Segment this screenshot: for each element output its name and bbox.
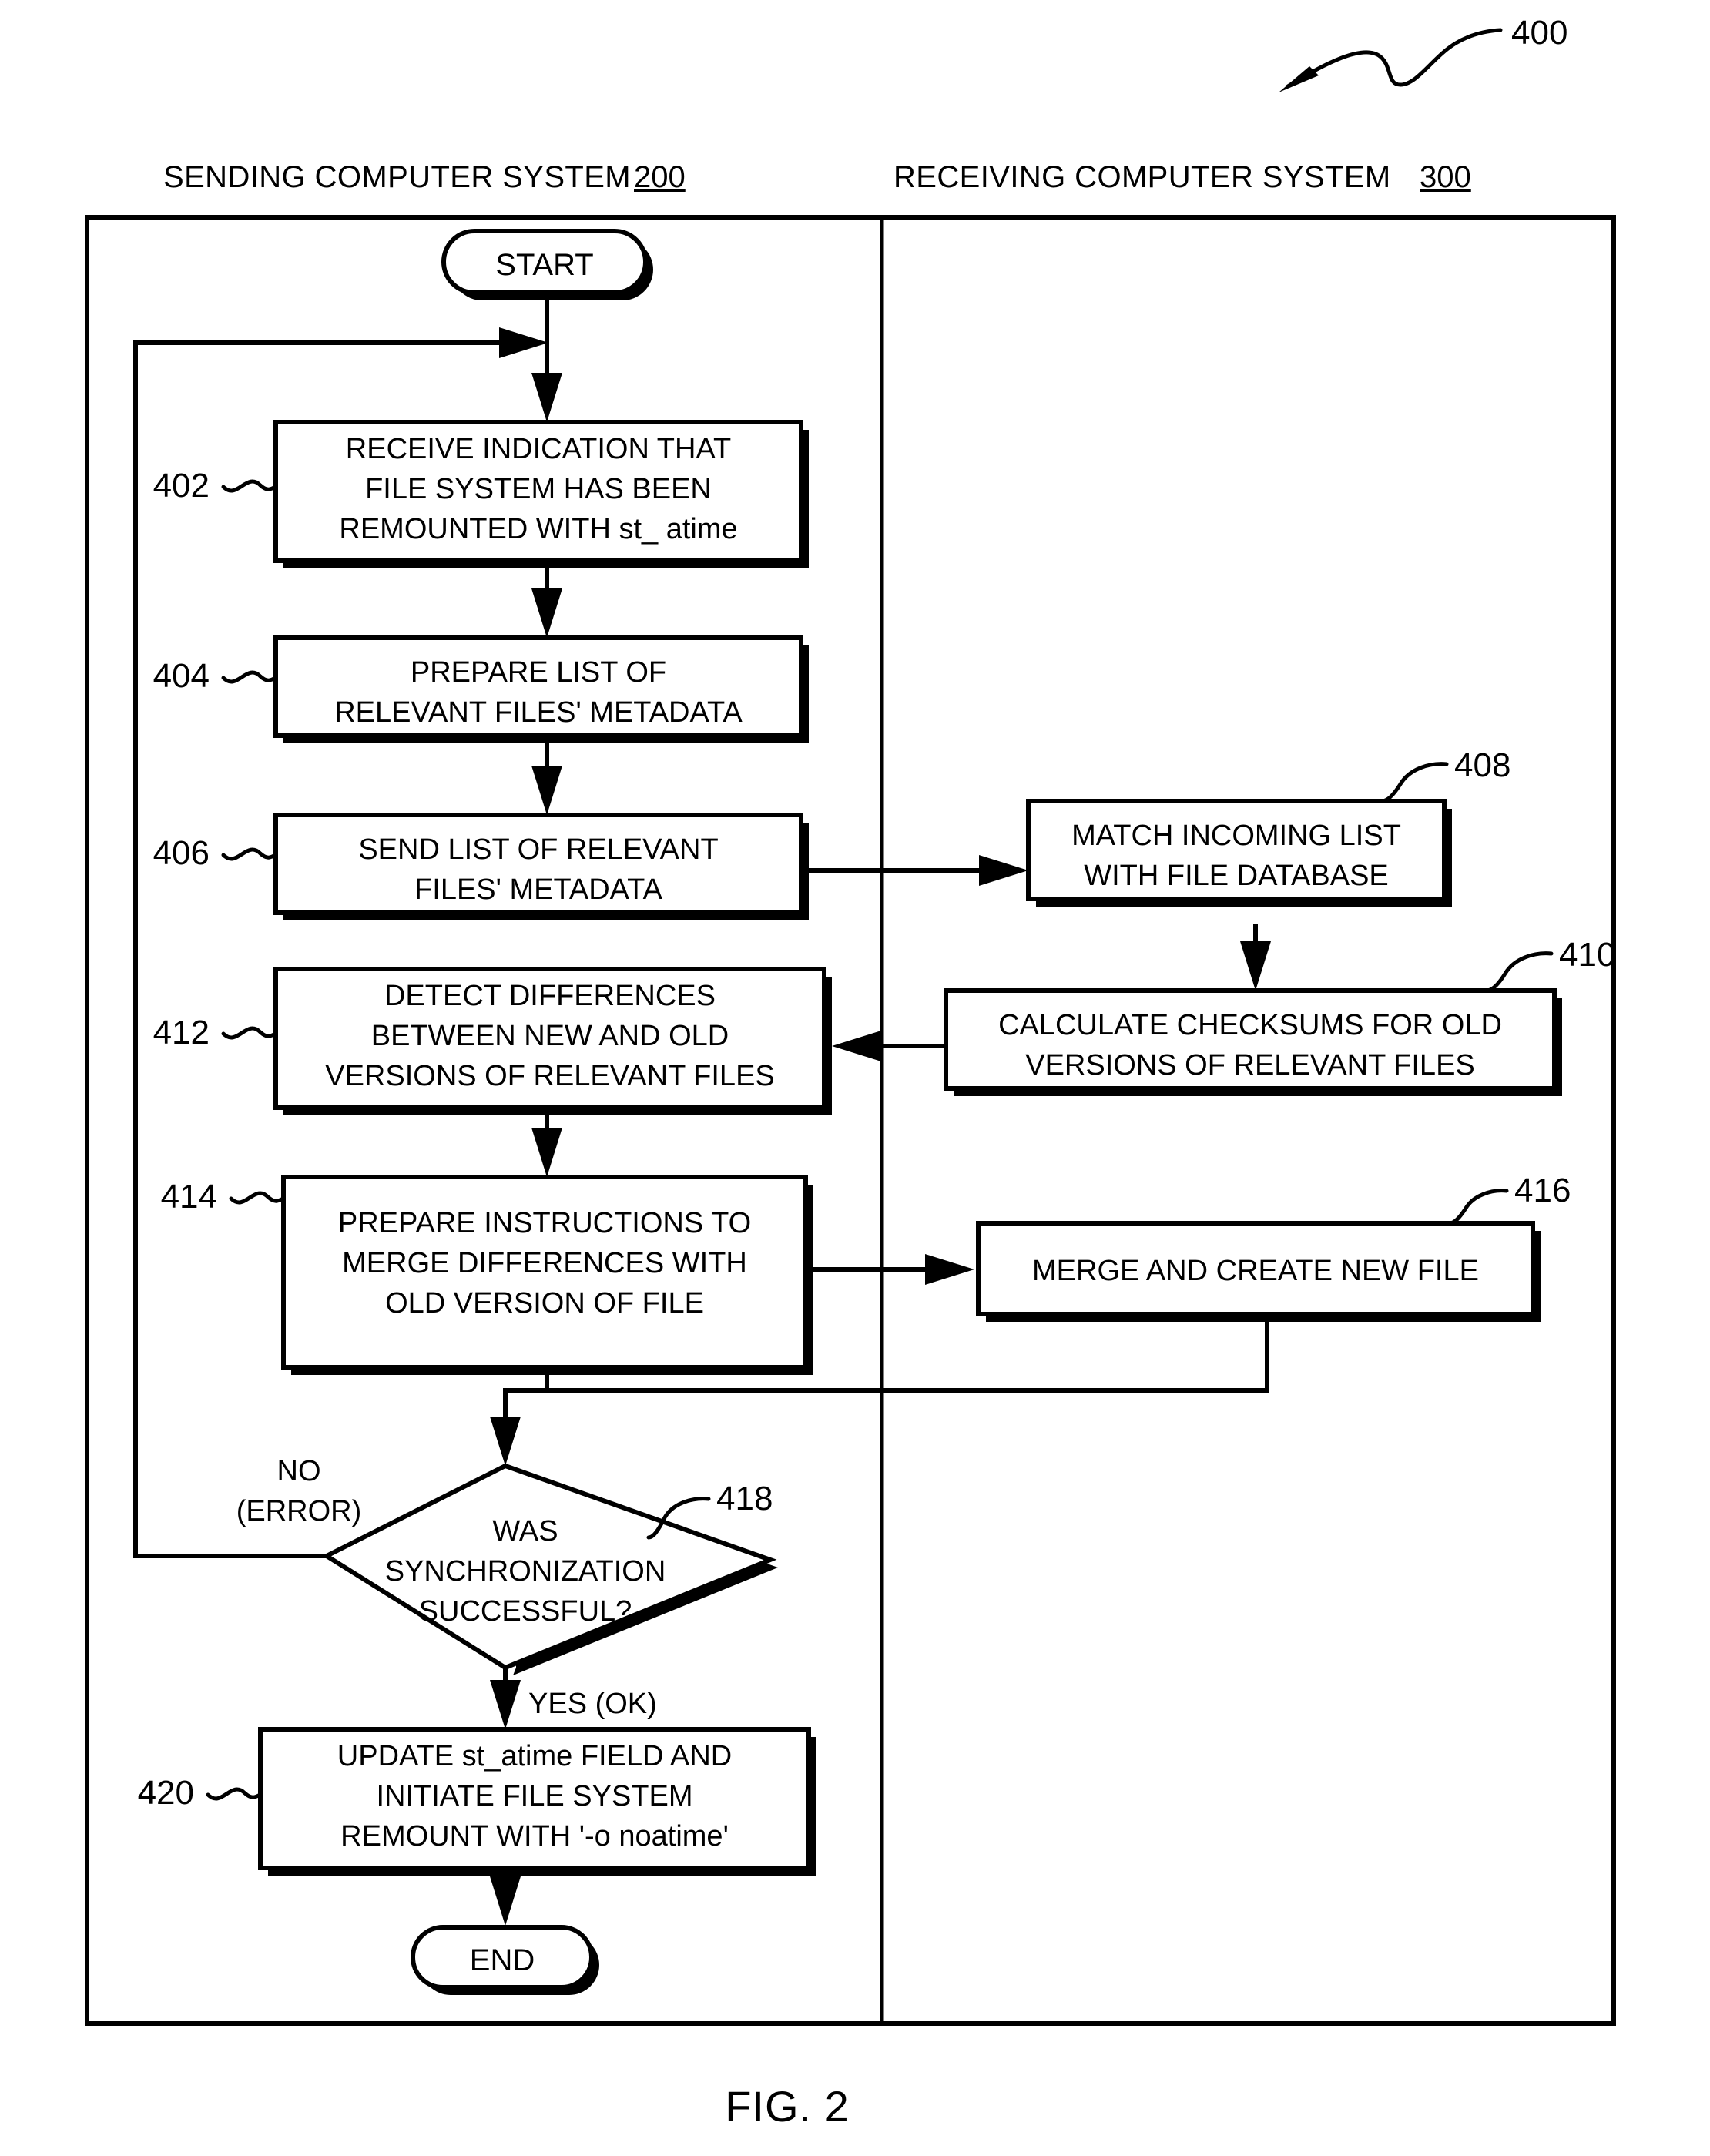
flowchart-canvas: 400 SENDING COMPUTER SYSTEM 200 RECEIVIN… bbox=[85, 14, 1616, 2131]
node-start: START bbox=[441, 229, 653, 300]
node-416-reference: 416 bbox=[1447, 1172, 1571, 1226]
node-410-reference: 410 bbox=[1484, 936, 1615, 993]
node-406-reference: 406 bbox=[153, 834, 278, 872]
node-416-line-1: MERGE AND CREATE NEW FILE bbox=[1032, 1255, 1479, 1287]
connector-414-to-416 bbox=[813, 1254, 974, 1285]
node-420-reference: 420 bbox=[138, 1774, 263, 1812]
node-412-line-2: BETWEEN NEW AND OLD bbox=[371, 1020, 729, 1052]
figure-reference-number: 400 bbox=[1511, 14, 1568, 52]
node-418-line-1: WAS bbox=[492, 1515, 558, 1547]
node-420-line-1: UPDATE st_atime FIELD AND bbox=[337, 1740, 732, 1772]
node-414-reference: 414 bbox=[161, 1178, 286, 1215]
node-412: DETECT DIFFERENCES BETWEEN NEW AND OLD V… bbox=[273, 967, 832, 1115]
node-404-line-1: PREPARE LIST OF bbox=[411, 656, 666, 689]
edge-label-no: NO bbox=[277, 1455, 321, 1487]
node-406-ref-number: 406 bbox=[153, 834, 210, 872]
node-420: UPDATE st_atime FIELD AND INITIATE FILE … bbox=[258, 1727, 816, 1876]
column-header-receiving: RECEIVING COMPUTER SYSTEM 300 bbox=[894, 160, 1471, 194]
node-412-line-1: DETECT DIFFERENCES bbox=[384, 980, 716, 1012]
node-420-line-3: REMOUNT WITH '-o noatime' bbox=[340, 1820, 729, 1853]
node-414-line-1: PREPARE INSTRUCTIONS TO bbox=[338, 1207, 751, 1239]
connector-418-to-420 bbox=[490, 1668, 521, 1729]
node-418-ref-number: 418 bbox=[716, 1480, 773, 1517]
connector-start-to-402 bbox=[531, 294, 562, 422]
receiving-column-number: 300 bbox=[1420, 160, 1471, 194]
node-410-line-2: VERSIONS OF RELEVANT FILES bbox=[1025, 1049, 1475, 1081]
figure-caption: FIG. 2 bbox=[725, 2082, 850, 2131]
node-414-line-2: MERGE DIFFERENCES WITH bbox=[342, 1247, 747, 1279]
start-label: START bbox=[495, 248, 593, 282]
node-408-ref-number: 408 bbox=[1454, 746, 1510, 784]
connector-412-to-414 bbox=[531, 1108, 562, 1177]
node-402-ref-number: 402 bbox=[153, 467, 210, 505]
connector-408-to-410 bbox=[1240, 924, 1271, 991]
node-420-ref-number: 420 bbox=[138, 1774, 194, 1812]
node-410-line-1: CALCULATE CHECKSUMS FOR OLD bbox=[998, 1009, 1502, 1041]
node-402-line-2: FILE SYSTEM HAS BEEN bbox=[365, 473, 712, 505]
node-402-reference: 402 bbox=[153, 467, 278, 505]
node-408-line-2: WITH FILE DATABASE bbox=[1084, 860, 1389, 892]
node-402: RECEIVE INDICATION THAT FILE SYSTEM HAS … bbox=[273, 420, 809, 568]
connector-410-to-412 bbox=[832, 1031, 946, 1061]
node-418: WAS SYNCHRONIZATION SUCCESSFUL? bbox=[321, 1463, 778, 1675]
connector-406-to-408 bbox=[801, 855, 1028, 886]
node-412-ref-number: 412 bbox=[153, 1014, 210, 1051]
receiving-column-title: RECEIVING COMPUTER SYSTEM bbox=[894, 160, 1391, 194]
node-406-line-2: FILES' METADATA bbox=[414, 873, 663, 906]
connector-404-to-406 bbox=[531, 743, 562, 815]
sending-column-number: 200 bbox=[634, 160, 686, 194]
node-416: MERGE AND CREATE NEW FILE bbox=[976, 1221, 1541, 1322]
node-414-ref-number: 414 bbox=[161, 1178, 217, 1215]
node-406: SEND LIST OF RELEVANT FILES' METADATA bbox=[273, 813, 809, 920]
node-414-line-3: OLD VERSION OF FILE bbox=[385, 1287, 704, 1319]
node-end: END bbox=[411, 1925, 599, 1995]
patent-figure: 400 SENDING COMPUTER SYSTEM 200 RECEIVIN… bbox=[0, 0, 1710, 2156]
node-412-reference: 412 bbox=[153, 1014, 278, 1051]
end-label: END bbox=[470, 1943, 535, 1977]
node-416-ref-number: 416 bbox=[1514, 1172, 1571, 1209]
node-410: CALCULATE CHECKSUMS FOR OLD VERSIONS OF … bbox=[944, 988, 1562, 1096]
edge-label-error: (ERROR) bbox=[236, 1495, 362, 1527]
node-414: PREPARE INSTRUCTIONS TO MERGE DIFFERENCE… bbox=[281, 1175, 813, 1375]
node-406-line-1: SEND LIST OF RELEVANT bbox=[358, 833, 718, 866]
figure-reference-leader bbox=[1279, 28, 1503, 92]
node-404: PREPARE LIST OF RELEVANT FILES' METADATA bbox=[273, 635, 809, 743]
node-418-line-3: SUCCESSFUL? bbox=[419, 1595, 632, 1628]
node-420-line-2: INITIATE FILE SYSTEM bbox=[376, 1780, 692, 1812]
edge-label-yes: YES (OK) bbox=[528, 1688, 657, 1720]
node-404-reference: 404 bbox=[153, 657, 278, 695]
node-402-line-3: REMOUNTED WITH st_ atime bbox=[339, 513, 737, 545]
node-412-line-3: VERSIONS OF RELEVANT FILES bbox=[325, 1060, 775, 1092]
node-404-ref-number: 404 bbox=[153, 657, 210, 695]
node-408-reference: 408 bbox=[1380, 746, 1510, 803]
node-402-line-1: RECEIVE INDICATION THAT bbox=[346, 433, 731, 465]
node-410-ref-number: 410 bbox=[1559, 936, 1615, 974]
column-header-sending: SENDING COMPUTER SYSTEM 200 bbox=[163, 160, 686, 194]
connector-402-to-404 bbox=[531, 565, 562, 638]
node-418-line-2: SYNCHRONIZATION bbox=[385, 1555, 666, 1588]
node-408-line-1: MATCH INCOMING LIST bbox=[1071, 820, 1401, 852]
sending-column-title: SENDING COMPUTER SYSTEM bbox=[163, 160, 631, 194]
node-408: MATCH INCOMING LIST WITH FILE DATABASE bbox=[1026, 799, 1452, 907]
node-404-line-2: RELEVANT FILES' METADATA bbox=[334, 696, 743, 729]
